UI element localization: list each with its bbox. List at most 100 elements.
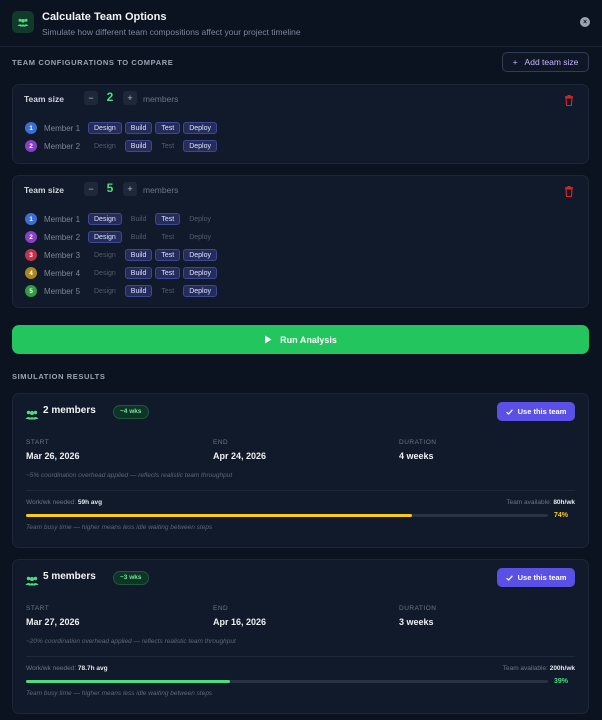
work-needed-label: Work/wk needed: (26, 665, 77, 672)
use-this-team-label: Use this team (517, 407, 567, 416)
team-available-label: Team available: (506, 499, 552, 506)
overhead-note: ~20% coordination overhead applied — ref… (26, 638, 236, 645)
work-needed: Work/wk needed: 59h avg (26, 499, 102, 506)
result-card: 5 members ~3 wks Use this team START Mar 27,… (12, 559, 589, 714)
end-value: Apr 16, 2026 (213, 617, 267, 627)
increase-size-button[interactable]: + (123, 182, 137, 196)
skill-chip-build[interactable]: Build (124, 285, 153, 297)
use-this-team-label: Use this team (517, 573, 567, 582)
add-team-size-label: Add team size (524, 57, 579, 67)
decrease-size-button[interactable]: − (84, 182, 98, 196)
check-icon (505, 408, 513, 415)
team-available: Team available: 200h/wk (503, 665, 575, 672)
skill-chip-build[interactable]: Build (125, 213, 153, 225)
start-value: Mar 26, 2026 (26, 451, 80, 461)
team-available-value: 200h/wk (549, 665, 575, 672)
member-name: Member 1 (44, 123, 81, 133)
member-name: Member 3 (44, 250, 81, 260)
skill-chip-deploy[interactable]: Deploy (183, 267, 218, 279)
start-value: Mar 27, 2026 (26, 617, 80, 627)
increase-size-button[interactable]: + (123, 91, 137, 105)
skill-chip-test[interactable]: Test (155, 285, 180, 297)
skill-chip-deploy[interactable]: Deploy (183, 285, 218, 297)
plus-icon: + (512, 57, 518, 67)
start-label: START (26, 439, 50, 446)
skill-chip-design[interactable]: Design (88, 140, 122, 152)
skill-chip-test[interactable]: Test (155, 122, 181, 134)
dialog-subtitle: Simulate how different team compositions… (42, 27, 301, 37)
skill-chip-design[interactable]: Design (88, 122, 122, 134)
skill-chip-test[interactable]: Test (155, 213, 181, 225)
add-team-size-button[interactable]: + Add team size (502, 52, 589, 72)
skill-chip-test[interactable]: Test (155, 140, 180, 152)
busy-bar-fill (26, 680, 230, 683)
busy-bar (26, 680, 548, 683)
skill-chip-build[interactable]: Build (124, 267, 153, 279)
configs-section-title: TEAM CONFIGURATIONS TO COMPARE (12, 58, 174, 67)
dialog-title: Calculate Team Options (42, 11, 167, 23)
member-row: 4 Member 4 Design Build Test Deploy (25, 266, 220, 280)
skill-chip-design[interactable]: Design (88, 249, 122, 261)
skill-chip-design[interactable]: Design (88, 267, 122, 279)
use-this-team-button[interactable]: Use this team (497, 568, 575, 587)
skill-chip-test[interactable]: Test (155, 231, 180, 243)
team-available-label: Team available: (502, 665, 548, 672)
member-row: 5 Member 5 Design Build Test Deploy (25, 284, 220, 298)
run-analysis-button[interactable]: Run Analysis (12, 325, 589, 354)
busy-bar-fill (26, 514, 413, 517)
member-name: Member 5 (44, 286, 81, 296)
run-analysis-label: Run Analysis (280, 334, 337, 345)
skill-chip-deploy[interactable]: Deploy (183, 122, 218, 134)
team-size-label: Team size (24, 94, 65, 104)
busy-bar (26, 514, 548, 517)
busy-bar-note: Team busy time — higher means less idle … (26, 524, 213, 531)
skill-chip-deploy[interactable]: Deploy (183, 231, 217, 243)
team-size-label: Team size (24, 185, 65, 195)
busy-bar-note: Team busy time — higher means less idle … (26, 690, 213, 697)
member-avatar: 4 (25, 267, 37, 279)
play-icon (265, 335, 272, 344)
skill-chip-test[interactable]: Test (155, 267, 181, 279)
member-row: 1 Member 1 Design Build Test Deploy (25, 212, 220, 226)
member-avatar: 5 (25, 285, 37, 297)
member-avatar: 3 (25, 249, 37, 261)
skill-chip-build[interactable]: Build (124, 122, 153, 134)
skill-chip-design[interactable]: Design (88, 213, 122, 225)
trash-icon[interactable] (564, 93, 574, 107)
skill-chip-build[interactable]: Build (125, 231, 153, 243)
member-name: Member 1 (44, 214, 81, 224)
work-needed-value: 59h avg (77, 499, 103, 506)
end-label: END (213, 439, 229, 446)
team-config-card: Team size −2 + members 1 Member 1 Design Build T… (12, 84, 589, 164)
result-title: 2 members (43, 405, 96, 416)
skill-chip-deploy[interactable]: Deploy (183, 249, 218, 261)
result-title: 5 members (43, 571, 96, 582)
check-icon (505, 574, 513, 581)
decrease-size-button[interactable]: − (84, 91, 98, 105)
member-avatar: 1 (25, 213, 37, 225)
team-available: Team available: 80h/wk (506, 499, 575, 506)
members-label: members (143, 94, 179, 104)
trash-icon[interactable] (564, 184, 574, 198)
busy-percent: 39% (553, 678, 568, 685)
close-icon[interactable]: × (580, 17, 590, 27)
use-this-team-button[interactable]: Use this team (497, 402, 575, 421)
skill-chip-build[interactable]: Build (124, 140, 153, 152)
member-name: Member 2 (44, 232, 81, 242)
members-label: members (143, 185, 179, 195)
work-needed-value: 78.7h avg (77, 665, 108, 672)
skill-chip-deploy[interactable]: Deploy (183, 213, 217, 225)
team-icon (12, 11, 34, 33)
skill-chip-deploy[interactable]: Deploy (183, 140, 218, 152)
duration-value: 3 weeks (399, 617, 434, 627)
busy-percent: 74% (553, 512, 568, 519)
start-label: START (26, 605, 50, 612)
skill-chip-design[interactable]: Design (88, 285, 122, 297)
member-name: Member 2 (44, 141, 81, 151)
end-label: END (213, 605, 229, 612)
skill-chip-test[interactable]: Test (155, 249, 181, 261)
skill-chip-build[interactable]: Build (124, 249, 153, 261)
skill-chip-design[interactable]: Design (88, 231, 122, 243)
member-avatar: 1 (25, 122, 37, 134)
work-needed-label: Work/wk needed: (26, 499, 77, 506)
